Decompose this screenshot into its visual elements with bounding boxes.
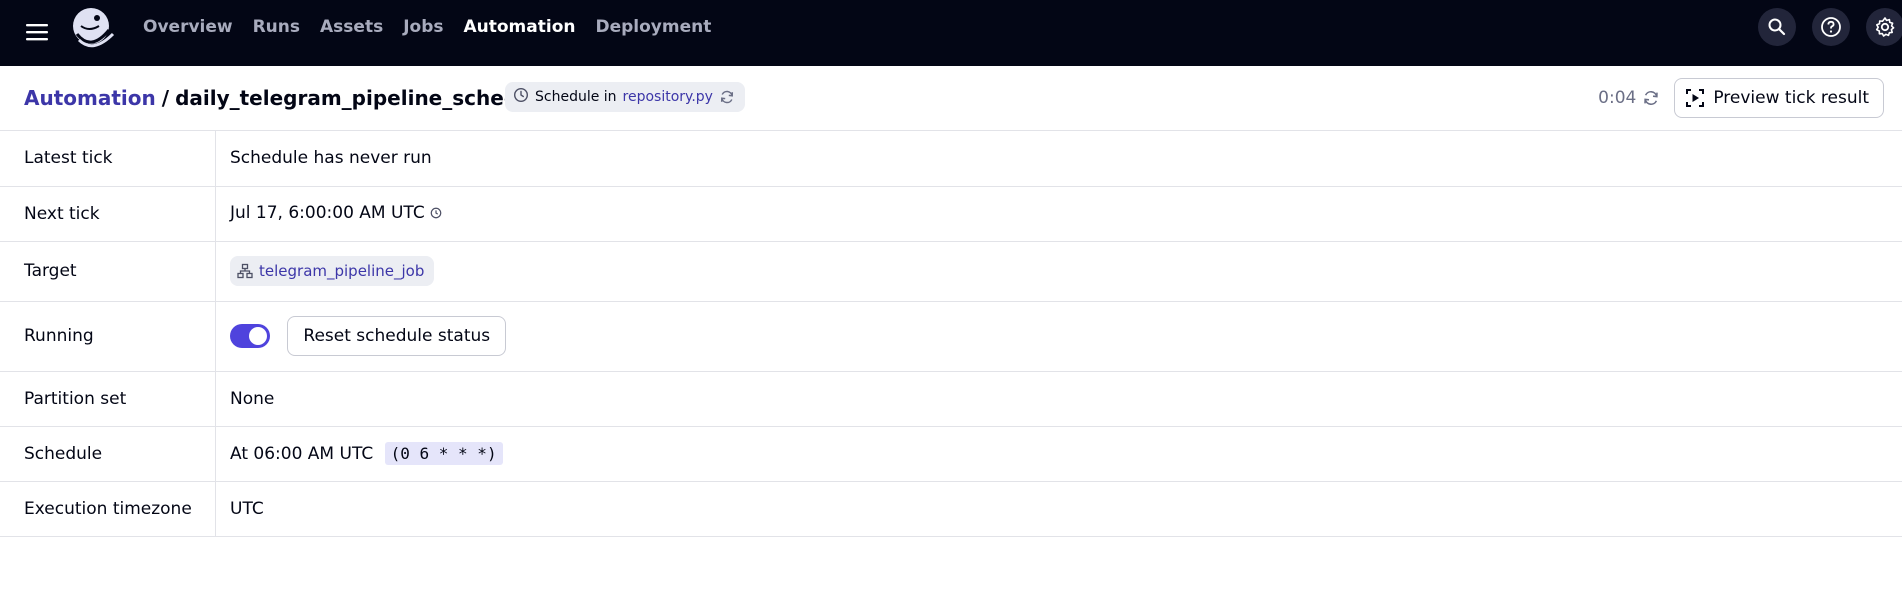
nav-runs[interactable]: Runs	[253, 17, 300, 37]
repository-link[interactable]: repository.py	[623, 89, 713, 105]
dagster-logo[interactable]	[69, 4, 117, 52]
settings-icon[interactable]	[1866, 8, 1902, 46]
running-cell: Reset schedule status	[215, 301, 1902, 372]
row-label: Execution timezone	[0, 481, 216, 537]
row-label: Running	[0, 301, 216, 372]
reset-schedule-status-button[interactable]: Reset schedule status	[287, 316, 507, 356]
top-right-actions	[1758, 8, 1902, 46]
table-row: Execution timezone UTC	[0, 481, 1902, 537]
nav-overview[interactable]: Overview	[143, 17, 233, 37]
page-header: Automation / daily_telegram_pipeline_sched…	[0, 66, 1902, 131]
table-row: Next tick Jul 17, 6:00:00 AM UTC	[0, 186, 1902, 242]
row-label: Latest tick	[0, 131, 216, 187]
target-cell: telegram_pipeline_job	[215, 241, 1902, 302]
table-row: Running Reset schedule status	[0, 301, 1902, 372]
target-job-link[interactable]: telegram_pipeline_job	[230, 256, 435, 286]
target-job-name: telegram_pipeline_job	[259, 262, 425, 280]
schedule-source-tag: Schedule in repository.py	[505, 82, 745, 112]
nav-automation[interactable]: Automation	[463, 17, 575, 37]
partition-set-value: None	[215, 371, 1902, 427]
table-row: Schedule At 06:00 AM UTC (0 6 * * *)	[0, 426, 1902, 482]
table-row: Partition set None	[0, 371, 1902, 427]
top-navigation-bar: Overview Runs Assets Jobs Automation Dep…	[0, 0, 1902, 66]
refresh-countdown: 0:04	[1598, 88, 1637, 108]
table-row: Target telegram_pipeline_job	[0, 241, 1902, 302]
row-label: Next tick	[0, 186, 216, 242]
next-tick-value: Jul 17, 6:00:00 AM UTC	[230, 203, 425, 223]
row-label: Partition set	[0, 371, 216, 427]
schedule-source-prefix: Schedule in	[535, 89, 617, 105]
schedule-details-table: Latest tick Schedule has never run Next …	[0, 131, 1902, 537]
clock-icon	[513, 87, 529, 107]
nav-assets[interactable]: Assets	[320, 17, 383, 37]
timezone-clock-icon[interactable]	[430, 204, 442, 224]
preview-button-label: Preview tick result	[1713, 88, 1869, 108]
preview-icon	[1685, 88, 1705, 108]
nav-jobs[interactable]: Jobs	[403, 17, 443, 37]
preview-tick-result-button[interactable]: Preview tick result	[1674, 78, 1884, 118]
reload-repository-icon[interactable]	[719, 89, 735, 105]
row-label: Target	[0, 241, 216, 302]
next-tick-cell: Jul 17, 6:00:00 AM UTC	[215, 186, 1902, 242]
latest-tick-value: Schedule has never run	[215, 131, 1902, 187]
help-icon[interactable]	[1812, 8, 1850, 46]
table-row: Latest tick Schedule has never run	[0, 131, 1902, 187]
cron-expression: (0 6 * * *)	[384, 442, 503, 465]
nav-deployment[interactable]: Deployment	[595, 17, 711, 37]
running-toggle[interactable]	[230, 324, 270, 348]
schedule-description: At 06:00 AM UTC	[230, 444, 374, 464]
execution-timezone-value: UTC	[215, 481, 1902, 537]
main-nav: Overview Runs Assets Jobs Automation Dep…	[143, 0, 731, 54]
search-icon[interactable]	[1758, 8, 1796, 46]
header-tools: 0:04 Preview tick result	[1598, 78, 1884, 118]
page-title: Automation / daily_telegram_pipeline_sched…	[24, 86, 553, 110]
schedule-name: daily_telegram_pipeline_schedule	[175, 86, 553, 110]
row-label: Schedule	[0, 426, 216, 482]
refresh-icon[interactable]	[1642, 89, 1660, 107]
breadcrumb-automation-link[interactable]: Automation	[24, 86, 156, 110]
menu-icon[interactable]	[25, 20, 49, 44]
job-icon	[237, 263, 253, 279]
breadcrumb-separator: /	[161, 86, 170, 110]
schedule-cell: At 06:00 AM UTC (0 6 * * *)	[215, 426, 1902, 482]
